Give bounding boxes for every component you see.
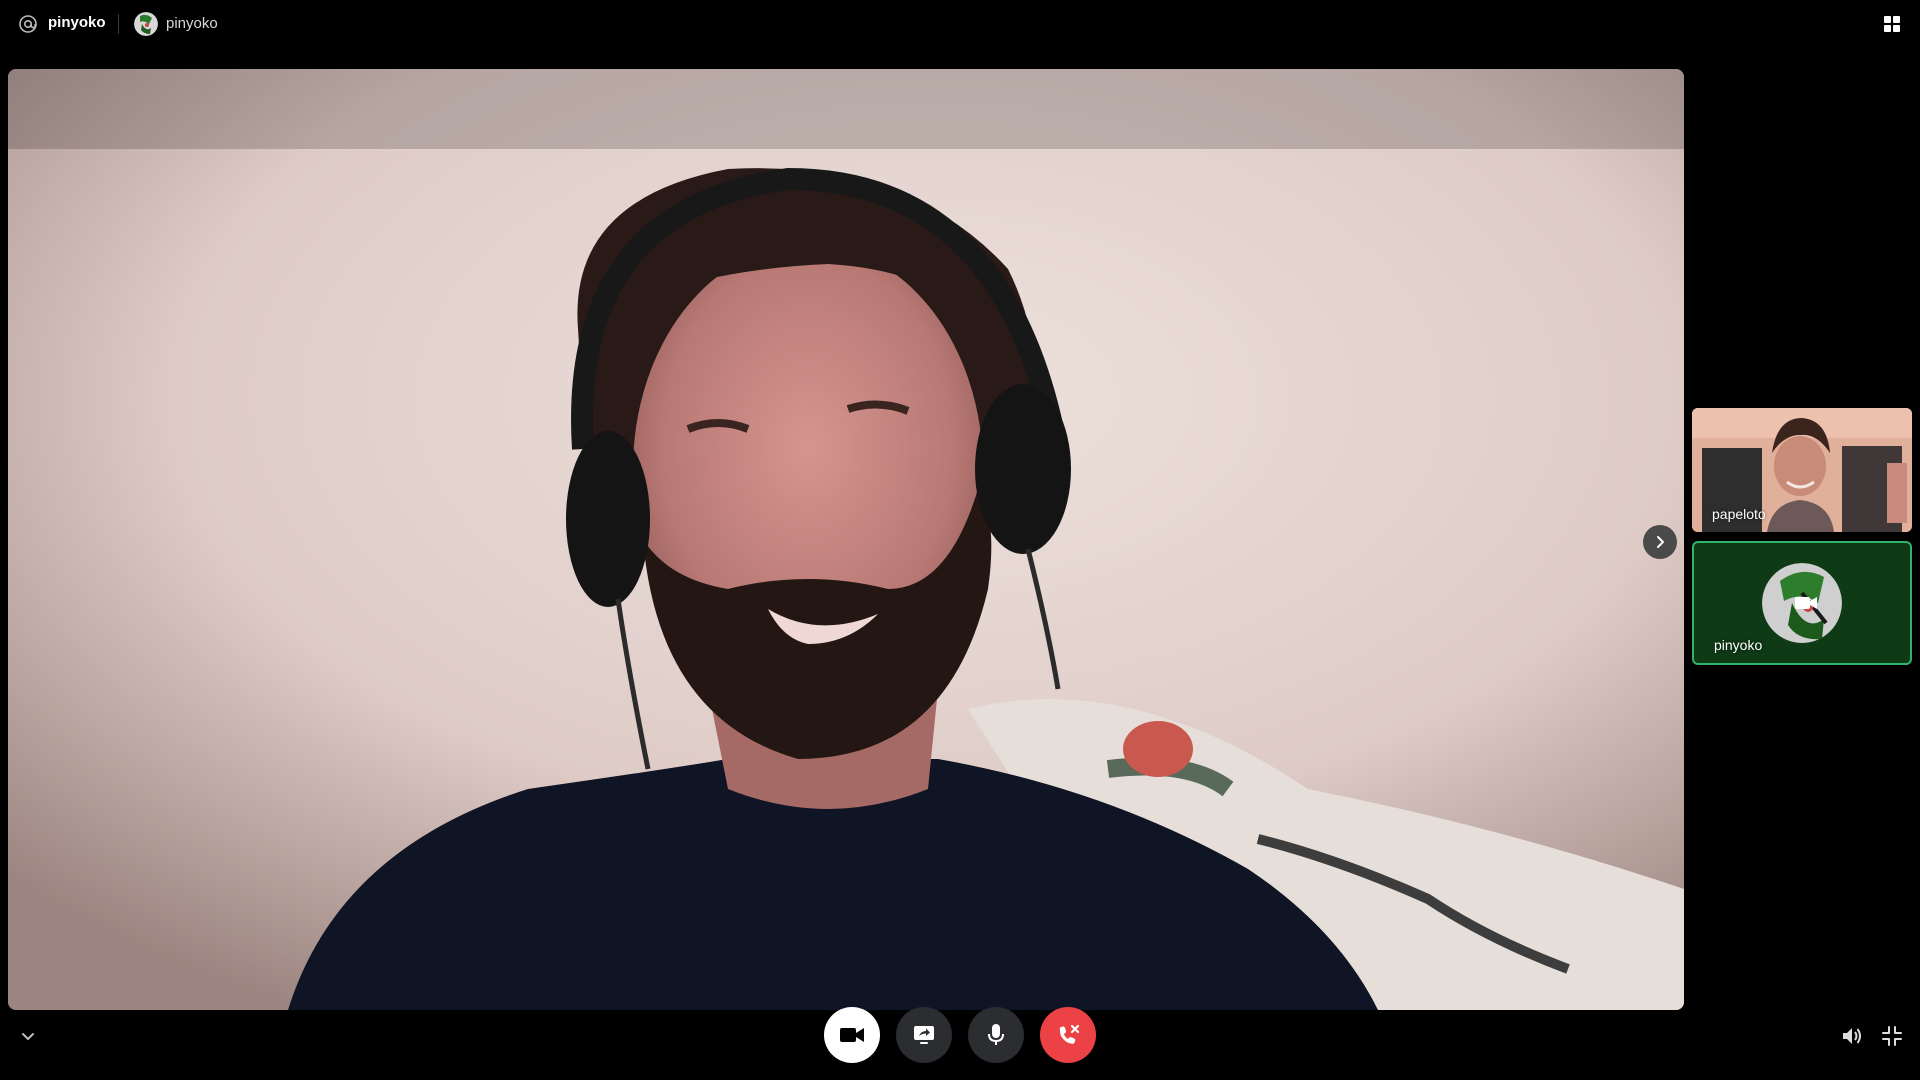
chevron-down-icon[interactable]: [16, 1024, 40, 1048]
channel-title: pinyoko: [48, 14, 106, 31]
grid-icon[interactable]: [1882, 14, 1902, 34]
main-video-feed[interactable]: [8, 69, 1684, 1010]
video-toggle-button[interactable]: [824, 1007, 880, 1063]
participant-tile-pinyoko[interactable]: pinyoko: [1692, 541, 1912, 665]
camera-icon: [1794, 595, 1818, 611]
header-divider: [118, 14, 119, 34]
speaker-icon[interactable]: [1840, 1024, 1864, 1048]
phone-hangup-icon: [1059, 1024, 1080, 1044]
screen-share-button[interactable]: [896, 1007, 952, 1063]
participant-name: pinyoko: [1714, 637, 1763, 653]
at-icon: [17, 13, 39, 35]
camera-icon: [840, 1028, 864, 1042]
participant-name: papeloto: [1712, 506, 1766, 522]
leave-call-button[interactable]: [1040, 1007, 1096, 1063]
participant-tile-papeloto[interactable]: papeloto: [1692, 408, 1912, 532]
user-avatar[interactable]: [134, 12, 158, 36]
minimize-icon[interactable]: [1880, 1024, 1904, 1048]
screen-share-icon: [914, 1026, 934, 1044]
voice-call-window: pinyoko pinyoko papeloto pinyoko: [0, 0, 1920, 1080]
microphone-button[interactable]: [968, 1007, 1024, 1063]
video-frame: [8, 69, 1684, 1010]
header-username[interactable]: pinyoko: [166, 15, 218, 32]
chevron-right-icon[interactable]: [1643, 525, 1677, 559]
call-header: pinyoko pinyoko: [0, 0, 1920, 47]
microphone-icon: [988, 1024, 1004, 1045]
